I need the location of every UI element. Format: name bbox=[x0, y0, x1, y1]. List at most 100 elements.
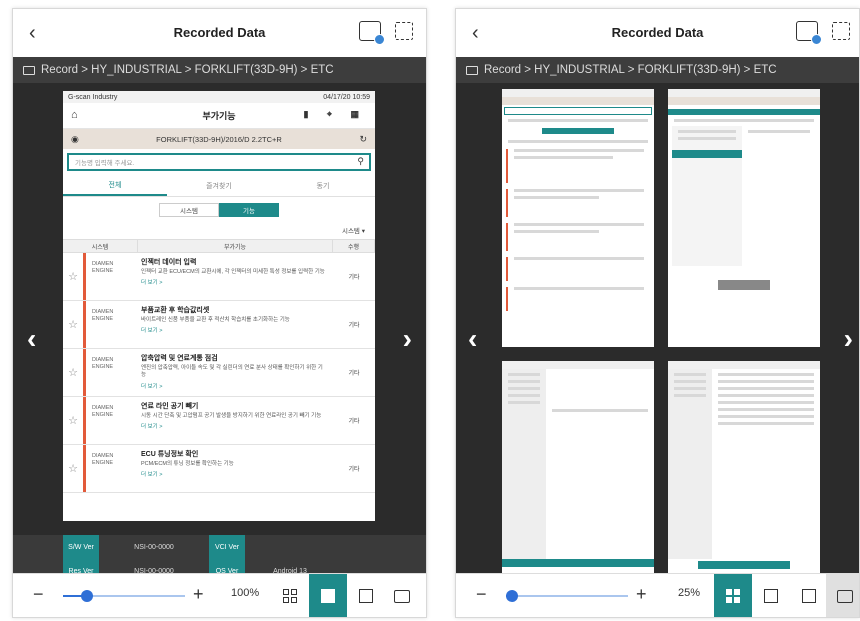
col-action: 수행 bbox=[333, 240, 375, 252]
prev-arrow-icon[interactable]: ‹ bbox=[468, 323, 477, 355]
row-system: DIAMEN ENGINE bbox=[83, 253, 135, 300]
tab-bar: 전체 즐겨찾기 동기 bbox=[63, 175, 375, 197]
row-action: 기타 bbox=[348, 275, 360, 281]
single-page-icon bbox=[321, 589, 335, 603]
tab-all: 전체 bbox=[63, 175, 167, 196]
app-title: 부가기능 bbox=[202, 111, 236, 121]
screenshot-stage: ‹ › bbox=[456, 83, 859, 587]
thumbnail-4[interactable] bbox=[668, 361, 820, 587]
sw-ver-value: NSI-00-0000 bbox=[134, 543, 174, 551]
status-app-name: G-scan Industry bbox=[68, 93, 118, 101]
right-viewer-panel: ‹ Recorded Data Record > HY_INDUSTRIAL >… bbox=[455, 8, 860, 618]
row-system: DIAMEN ENGINE bbox=[83, 445, 135, 492]
row-body: 압축압력 및 연료계통 점검 엔진의 압축압력, 아이들 속도 및 각 실린더의 … bbox=[135, 349, 333, 396]
row-more-link: 더 보기 > bbox=[141, 383, 163, 390]
breadcrumb: Record > HY_INDUSTRIAL > FORKLIFT(33D-9H… bbox=[456, 57, 859, 83]
zoom-level: 25% bbox=[678, 587, 701, 599]
thumbnail-1[interactable] bbox=[502, 89, 654, 347]
segment-function: 기능 bbox=[219, 203, 279, 217]
fullscreen-icon[interactable] bbox=[832, 22, 850, 40]
row-desc: 바이트레인 신품 부품을 교환 후 적산치 학습치를 초기화하는 기능 bbox=[141, 317, 290, 323]
row-more-link: 더 보기 > bbox=[141, 280, 163, 287]
row-action: 기타 bbox=[348, 371, 360, 377]
grid-icon bbox=[283, 589, 297, 603]
star-icon: ☆ bbox=[68, 463, 78, 475]
device-status-bar: G-scan Industry 04/17/20 10:59 bbox=[63, 91, 375, 103]
single-view-button[interactable] bbox=[752, 574, 790, 617]
media-icon bbox=[359, 589, 373, 603]
screenshot-stage: ‹ › G-scan Industry 04/17/20 10:59 ⌂ 부가기… bbox=[13, 83, 426, 583]
header: ‹ Recorded Data bbox=[456, 9, 859, 57]
table-row: ☆ DIAMEN ENGINE ECU 튜닝정보 확인 PCM/ECM의 튜닝 정보를… bbox=[63, 445, 375, 493]
row-desc: PCM/ECM의 튜닝 정보를 확인하는 기능 bbox=[141, 461, 234, 467]
next-arrow-icon[interactable]: › bbox=[844, 323, 853, 355]
vehicle-bar: ◉ FORKLIFT(33D-9H)/2016/D 2.2TC+R ↻ bbox=[63, 129, 375, 149]
col-system: 시스템 bbox=[63, 240, 138, 252]
printer-icon bbox=[394, 589, 410, 603]
thumbnail-3[interactable] bbox=[502, 361, 654, 587]
row-system: DIAMEN ENGINE bbox=[83, 397, 135, 444]
table-header: 시스템 부가기능 수행 bbox=[63, 239, 375, 253]
search-icon: ⚲ bbox=[357, 156, 364, 166]
print-button[interactable] bbox=[383, 574, 421, 617]
zoom-in-icon[interactable]: + bbox=[193, 584, 204, 605]
media-icon bbox=[802, 589, 816, 603]
grid-view-button[interactable] bbox=[714, 574, 752, 617]
next-arrow-icon[interactable]: › bbox=[403, 323, 412, 355]
refresh-icon: ↻ bbox=[359, 133, 367, 144]
search-placeholder: 기능명 입력해 주세요. bbox=[75, 160, 135, 167]
vehicle-text: FORKLIFT(33D-9H)/2016/D 2.2TC+R bbox=[156, 134, 282, 144]
bottom-toolbar: − + 25% bbox=[456, 573, 859, 617]
toolbar-icons: ▮ ⌖ ▦ bbox=[303, 109, 367, 119]
grid-icon bbox=[726, 589, 740, 603]
fullscreen-icon[interactable] bbox=[395, 22, 413, 40]
single-page-icon bbox=[764, 589, 778, 603]
row-title: 연료 라인 공기 빼기 bbox=[141, 403, 199, 410]
zoom-out-icon[interactable]: − bbox=[33, 584, 44, 605]
row-body: ECU 튜닝정보 확인 PCM/ECM의 튜닝 정보를 확인하는 기능 더 보기 > bbox=[135, 445, 333, 492]
segment-system: 시스템 bbox=[159, 203, 219, 217]
row-more-link: 더 보기 > bbox=[141, 472, 163, 479]
zoom-out-icon[interactable]: − bbox=[476, 584, 487, 605]
version-row-1: S/W Ver NSI-00-0000 VCI Ver bbox=[13, 535, 426, 559]
media-button[interactable] bbox=[347, 574, 385, 617]
vci-ver-label: VCI Ver bbox=[209, 535, 245, 559]
tab-sync: 동기 bbox=[316, 182, 330, 190]
row-system: DIAMEN ENGINE bbox=[83, 301, 135, 348]
row-action: 기타 bbox=[348, 323, 360, 329]
grid-view-button[interactable] bbox=[271, 574, 309, 617]
segment-control: 시스템 기능 bbox=[63, 203, 375, 217]
zoom-slider-thumb[interactable] bbox=[81, 590, 94, 602]
single-view-button[interactable] bbox=[309, 574, 347, 617]
zoom-level: 100% bbox=[231, 587, 260, 599]
zoom-slider[interactable] bbox=[506, 595, 628, 597]
recorded-media-icon[interactable] bbox=[796, 21, 822, 45]
vehicle-icon: ◉ bbox=[71, 133, 79, 144]
search-field: 기능명 입력해 주세요. ⚲ bbox=[67, 153, 371, 171]
tab-favorites: 즐겨찾기 bbox=[206, 182, 232, 190]
vci-ver-value bbox=[245, 535, 335, 559]
filter-label: 시스템 bbox=[341, 228, 360, 235]
prev-arrow-icon[interactable]: ‹ bbox=[27, 323, 36, 355]
sw-ver-label: S/W Ver bbox=[63, 535, 99, 559]
table-row: ☆ DIAMEN ENGINE 부품교환 후 학습값리셋 바이트레인 신품 부품을 교… bbox=[63, 301, 375, 349]
media-button[interactable] bbox=[790, 574, 828, 617]
printer-icon bbox=[837, 589, 853, 603]
breadcrumb: Record > HY_INDUSTRIAL > FORKLIFT(33D-9H… bbox=[13, 57, 426, 83]
print-button[interactable] bbox=[826, 574, 859, 617]
row-body: 부품교환 후 학습값리셋 바이트레인 신품 부품을 교환 후 적산치 학습치를 초… bbox=[135, 301, 333, 348]
filter-dropdown: 시스템 ▾ bbox=[341, 228, 365, 235]
row-desc: 엔진의 압축압력, 아이들 속도 및 각 실린더의 연료 분사 상태를 확인하기… bbox=[141, 365, 323, 379]
row-more-link: 더 보기 > bbox=[141, 328, 163, 335]
thumbnail-2[interactable] bbox=[668, 89, 820, 347]
zoom-in-icon[interactable]: + bbox=[636, 584, 647, 605]
star-icon: ☆ bbox=[68, 415, 78, 427]
breadcrumb-text: Record > HY_INDUSTRIAL > FORKLIFT(33D-9H… bbox=[41, 64, 334, 76]
zoom-slider-thumb[interactable] bbox=[506, 590, 519, 602]
status-datetime: 04/17/20 10:59 bbox=[323, 93, 370, 101]
home-icon: ⌂ bbox=[71, 109, 78, 121]
star-icon: ☆ bbox=[68, 319, 78, 331]
row-body: 연료 라인 공기 빼기 시동 시간 단축 및 고압펌프 공기 발생을 방지하기 위… bbox=[135, 397, 333, 444]
row-desc: 인젝터 교환 ECU/ECM의 교환시에, 각 인젝터의 미세한 특성 정보를 … bbox=[141, 269, 325, 275]
recorded-media-icon[interactable] bbox=[359, 21, 385, 45]
